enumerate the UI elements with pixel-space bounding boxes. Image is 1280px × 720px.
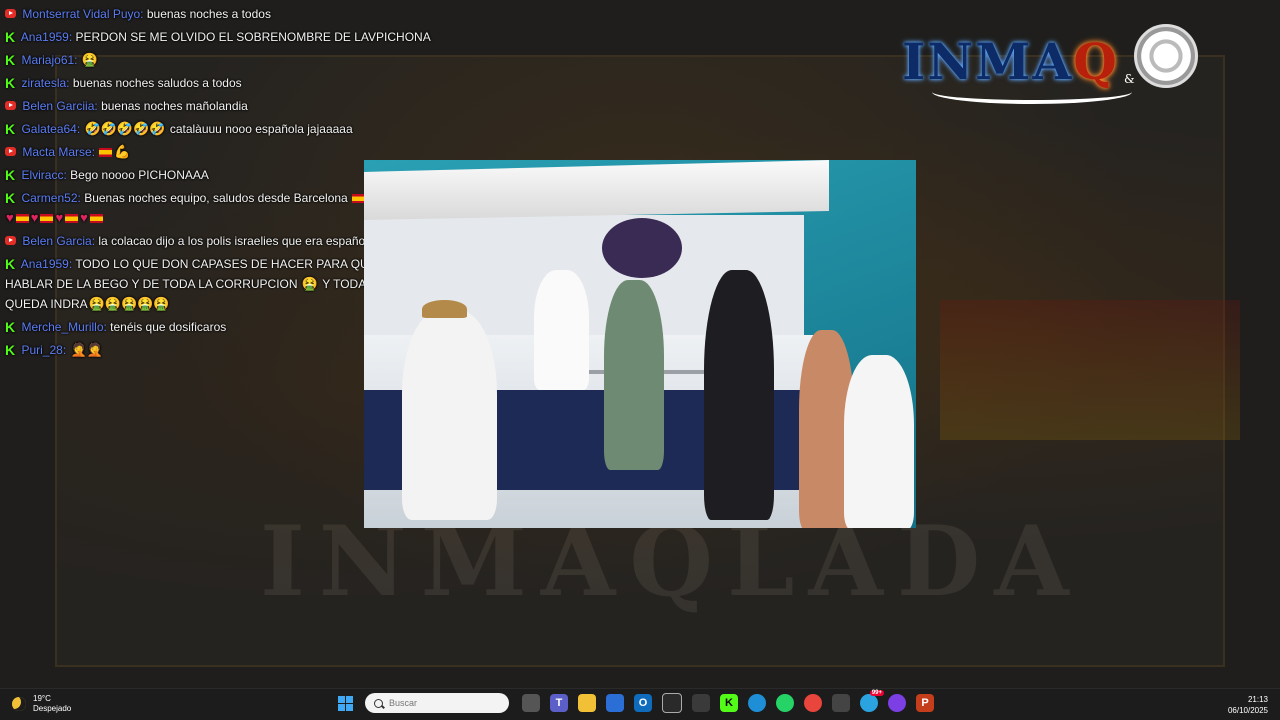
heart-icon: ♥ xyxy=(80,210,88,225)
logo-ampersand: & xyxy=(1124,72,1135,86)
app-icon[interactable] xyxy=(692,694,710,712)
spain-flag-icon xyxy=(65,214,79,223)
person-figure xyxy=(844,355,914,528)
chat-text: tenéis que dosificaros xyxy=(110,320,227,334)
youtube-icon xyxy=(5,236,16,245)
chat-text: Bego noooo PICHONAAA xyxy=(70,168,209,182)
chat-text: buenas noches mañolandia xyxy=(101,99,248,113)
app-icon[interactable] xyxy=(888,694,906,712)
taskbar-search-box[interactable]: Buscar xyxy=(365,693,509,713)
flexed-arm-emoji-icon: 💪 xyxy=(114,144,131,159)
search-placeholder: Buscar xyxy=(389,698,418,708)
clock-date: 06/10/2025 xyxy=(1227,706,1268,715)
telegram-icon[interactable]: 99+ xyxy=(860,690,884,712)
chat-message: Montserrat Vidal Puyo: buenas noches a t… xyxy=(5,4,455,24)
chat-text: PERDON SE ME OLVIDO EL SOBRENOMBRE DE LA… xyxy=(75,30,431,44)
chat-username: Ana1959: xyxy=(20,257,73,271)
heart-icon: ♥ xyxy=(55,210,64,225)
person-figure xyxy=(402,310,497,520)
chat-message: K Ana1959: PERDON SE ME OLVIDO EL SOBREN… xyxy=(5,27,455,47)
chat-message: K Mariajo61: 🤮 xyxy=(5,50,455,70)
vomit-emoji-icon: 🤮 xyxy=(81,52,99,67)
outlook-icon[interactable]: O xyxy=(634,694,652,712)
person-figure xyxy=(604,280,664,470)
chat-username: Elviracc: xyxy=(21,168,67,182)
background-flag-band xyxy=(940,300,1240,440)
chat-text: catalàuuu nooo española jajaaaaa xyxy=(169,122,353,136)
vomit-emoji-icon: 🤮 xyxy=(301,276,319,291)
store-icon[interactable] xyxy=(606,694,624,712)
kick-icon: K xyxy=(5,190,16,206)
taskbar: 19°C Despejado Buscar T O K 99+ P 21:13 … xyxy=(0,688,1280,720)
chat-username: Macta Marse: xyxy=(22,145,96,159)
system-clock[interactable]: 21:13 06/10/2025 xyxy=(1228,694,1268,716)
powerpoint-icon[interactable]: P xyxy=(916,694,934,712)
chat-username: ziratesla: xyxy=(21,76,70,90)
chat-text: buenas noches saludos a todos xyxy=(72,76,242,90)
youtube-icon xyxy=(5,147,16,156)
whatsapp-icon[interactable] xyxy=(776,694,794,712)
chat-message: Macta Marse: 💪 xyxy=(5,142,455,162)
chat-username: Belen Garciia: xyxy=(22,99,98,113)
file-explorer-icon[interactable] xyxy=(578,694,596,712)
obs-icon[interactable] xyxy=(662,693,682,713)
chat-username: Montserrat Vidal Puyo: xyxy=(22,7,144,21)
task-view-icon[interactable] xyxy=(522,694,540,712)
weather-widget[interactable]: 19°C Despejado xyxy=(12,694,71,714)
spain-flag-icon xyxy=(99,148,113,157)
youtube-icon xyxy=(5,101,16,110)
moon-icon xyxy=(12,697,26,711)
chat-username: Puri_28: xyxy=(21,343,67,357)
search-icon xyxy=(374,698,383,708)
kick-icon: K xyxy=(5,75,16,91)
kick-icon: K xyxy=(5,121,16,137)
heart-icon: ♥ xyxy=(6,210,14,225)
person-figure xyxy=(534,270,589,390)
chat-message: Belen Garciia: buenas noches mañolandia xyxy=(5,96,455,116)
weather-temperature: 19°C xyxy=(33,694,51,703)
chat-text: Buenas noches equipo, saludos desde Barc… xyxy=(84,191,348,205)
chat-username: Mariajo61: xyxy=(21,53,78,67)
chat-message: K Galatea64: 🤣🤣🤣🤣🤣 catalàuuu nooo españo… xyxy=(5,119,455,139)
kick-icon: K xyxy=(5,167,16,183)
edge-icon[interactable] xyxy=(748,694,766,712)
kick-icon: K xyxy=(5,256,16,272)
channel-logo: INMAQ & xyxy=(902,24,1202,109)
chat-username: Belen Garcia: xyxy=(22,234,96,248)
spain-flag-icon xyxy=(40,214,54,223)
news-photo-boat-passengers xyxy=(364,160,916,528)
windows-start-icon[interactable] xyxy=(338,695,353,711)
chat-username: Galatea64: xyxy=(21,122,81,136)
kick-icon: K xyxy=(5,29,16,45)
kick-icon: K xyxy=(5,52,16,68)
chat-message: K ziratesla: buenas noches saludos a tod… xyxy=(5,73,455,93)
spain-flag-icon xyxy=(89,214,103,223)
notification-badge: 99+ xyxy=(869,690,884,696)
straw-hat xyxy=(422,300,467,318)
person-figure xyxy=(704,270,774,520)
kick-icon: K xyxy=(5,342,16,358)
facepalm-emoji-icon: 🤦🤦 xyxy=(70,342,103,357)
chat-text: la colacao dijo a los polis israelies qu… xyxy=(98,234,375,248)
teams-icon[interactable]: T xyxy=(550,694,568,712)
chat-username: Ana1959: xyxy=(20,30,73,44)
vomit-emoji-icon: 🤮🤮🤮🤮🤮 xyxy=(88,296,170,311)
kick-icon: K xyxy=(5,319,16,335)
weather-description: Despejado xyxy=(33,704,72,713)
kick-app-icon[interactable]: K xyxy=(720,694,738,712)
logo-seal-icon xyxy=(1134,24,1198,88)
flags-hearts-row: ♥ ♥ ♥ ♥ xyxy=(5,210,104,225)
taskbar-apps: Buscar T O K 99+ P xyxy=(336,690,939,713)
logo-swoosh xyxy=(932,80,1132,104)
laughing-emoji-icon: 🤣🤣🤣🤣🤣 xyxy=(84,121,166,136)
chat-username: Merche_Murillo: xyxy=(21,320,107,334)
heart-icon: ♥ xyxy=(30,210,39,225)
chat-username: Carmen52: xyxy=(21,191,81,205)
spain-flag-icon xyxy=(15,214,29,223)
chrome-icon[interactable] xyxy=(804,694,822,712)
app-icon[interactable] xyxy=(832,694,850,712)
clock-time: 21:13 xyxy=(1247,695,1268,704)
chat-text: buenas noches a todos xyxy=(146,7,271,21)
youtube-icon xyxy=(5,9,16,18)
